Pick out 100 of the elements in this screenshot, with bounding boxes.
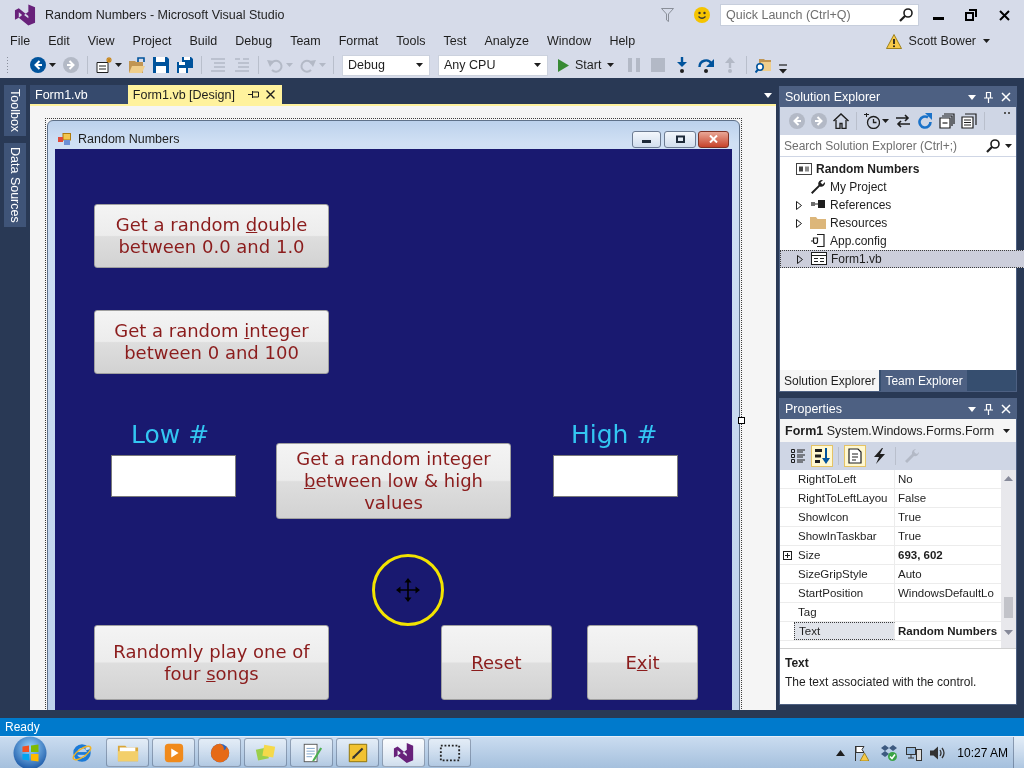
clock-icon[interactable] [864, 113, 880, 129]
menu-item[interactable]: Team [281, 31, 330, 51]
menu-item[interactable]: Build [180, 31, 227, 51]
step-over-icon[interactable] [698, 57, 715, 73]
collapse-all-icon[interactable] [939, 113, 955, 129]
taskbar-button[interactable] [336, 738, 379, 767]
warning-icon[interactable] [885, 33, 902, 49]
form-button[interactable]: Reset [441, 625, 552, 700]
scroll-thumb[interactable] [1004, 597, 1013, 618]
tree-item[interactable]: Resources [780, 214, 1016, 232]
toolbar-grip[interactable] [6, 56, 10, 74]
input-field[interactable] [111, 455, 236, 497]
search-icon[interactable] [899, 8, 913, 22]
scroll-up-icon[interactable] [1004, 476, 1013, 481]
menu-item[interactable]: Help [600, 31, 645, 51]
side-tab[interactable]: Toolbox [4, 85, 26, 137]
tree-item[interactable]: Random Numbers [780, 160, 1016, 178]
document-tab[interactable]: Form1.vb [30, 85, 128, 104]
stacked-pages-icon[interactable] [961, 113, 977, 129]
close-icon[interactable] [999, 9, 1010, 21]
object-selector[interactable]: Form1 System.Windows.Forms.Form [780, 419, 1016, 442]
tree-item[interactable]: App.config [780, 232, 1016, 250]
new-project-icon[interactable] [96, 57, 112, 73]
speaker-icon[interactable] [930, 744, 947, 761]
caret-icon[interactable] [968, 94, 976, 100]
caret-icon[interactable] [968, 406, 976, 412]
caret-icon[interactable] [983, 39, 990, 43]
refresh-icon[interactable] [917, 113, 933, 129]
overflow-caret-icon[interactable] [779, 64, 788, 74]
tree-item[interactable]: References [780, 196, 1016, 214]
expand-arrow-icon[interactable] [796, 200, 802, 210]
document-tab[interactable]: Form1.vb [Design] [127, 85, 282, 104]
dropdown[interactable]: Any CPU [438, 54, 548, 76]
quick-launch-field[interactable]: Quick Launch (Ctrl+Q) [720, 4, 919, 26]
sync-check-icon[interactable] [881, 744, 898, 761]
taskbar-button[interactable] [428, 738, 471, 767]
menu-item[interactable]: View [78, 31, 124, 51]
form-button[interactable]: Get a random integer between 0 and 100 [94, 310, 329, 374]
caret-icon[interactable] [764, 93, 772, 98]
caret-icon[interactable] [1003, 428, 1010, 433]
form-button[interactable]: Randomly play one of four songs [94, 625, 329, 700]
side-tab[interactable]: Data Sources [4, 143, 26, 227]
maximize-button[interactable] [664, 130, 696, 148]
show-desktop-button[interactable] [1013, 737, 1024, 768]
home-icon[interactable] [833, 113, 849, 129]
menu-item[interactable]: Analyze [475, 31, 538, 51]
menu-item[interactable]: Debug [226, 31, 282, 51]
expand-arrow-icon[interactable] [797, 254, 803, 264]
tree-item[interactable]: My Project [780, 178, 1016, 196]
menu-item[interactable]: Edit [39, 31, 79, 51]
menu-item[interactable]: Tools [387, 31, 435, 51]
open-folder-icon[interactable] [129, 57, 145, 73]
browser-icon[interactable] [70, 741, 93, 764]
smiley-icon[interactable] [694, 7, 710, 23]
panel-tab[interactable]: Solution Explorer [780, 370, 880, 391]
caret-icon[interactable] [1005, 143, 1012, 148]
menu-item[interactable]: Window [537, 31, 601, 51]
taskbar-button[interactable] [382, 738, 425, 767]
menu-item[interactable]: Format [329, 31, 388, 51]
scrollbar[interactable] [1001, 470, 1016, 648]
clock[interactable]: 10:27 AM [957, 745, 1008, 760]
form-button[interactable]: Exit [587, 625, 698, 700]
scroll-down-icon[interactable] [1004, 630, 1013, 635]
categorized-list-icon[interactable] [790, 448, 806, 464]
caret-up-icon[interactable] [836, 749, 846, 756]
lightning-icon[interactable] [871, 448, 887, 464]
user-name[interactable]: Scott Bower [908, 34, 976, 48]
minimize-button[interactable] [632, 130, 661, 148]
toggle-button[interactable] [844, 445, 866, 467]
caret-icon[interactable] [607, 63, 615, 67]
folder-search-icon[interactable] [755, 57, 772, 73]
floppy-disks-icon[interactable] [177, 57, 193, 73]
caret-icon[interactable] [534, 63, 541, 67]
plus-box-icon[interactable] [782, 550, 792, 560]
close-button[interactable] [698, 130, 729, 148]
network-computer-icon[interactable] [906, 744, 923, 761]
tree-item[interactable]: Form1.vb [780, 250, 1024, 268]
expand-arrow-icon[interactable] [796, 218, 802, 228]
resize-handle[interactable] [738, 417, 745, 424]
pin-icon[interactable] [247, 90, 259, 99]
menu-item[interactable]: Test [434, 31, 476, 51]
property-name[interactable]: Text [794, 622, 895, 640]
search-icon[interactable] [986, 138, 1000, 153]
caret-icon[interactable] [416, 63, 423, 67]
panel-tab[interactable]: Team Explorer [881, 370, 967, 391]
restore-icon[interactable] [965, 9, 977, 21]
flag-warning-icon[interactable] [853, 744, 870, 761]
minimize-icon[interactable] [933, 16, 944, 20]
caret-icon[interactable] [115, 63, 122, 67]
caret-icon[interactable] [882, 119, 889, 123]
dropdown[interactable]: Debug [342, 54, 430, 76]
input-field[interactable] [553, 455, 678, 497]
menu-item[interactable]: File [1, 31, 40, 51]
caret-icon[interactable] [49, 63, 56, 67]
circle-arrow-left-icon[interactable] [30, 57, 46, 73]
two-way-arrows-icon[interactable] [895, 113, 911, 129]
form-button[interactable]: Get a random double between 0.0 and 1.0 [94, 204, 329, 268]
toggle-button[interactable] [811, 445, 833, 467]
start-button[interactable]: Start [552, 58, 619, 72]
start-orb-icon[interactable] [13, 735, 47, 768]
